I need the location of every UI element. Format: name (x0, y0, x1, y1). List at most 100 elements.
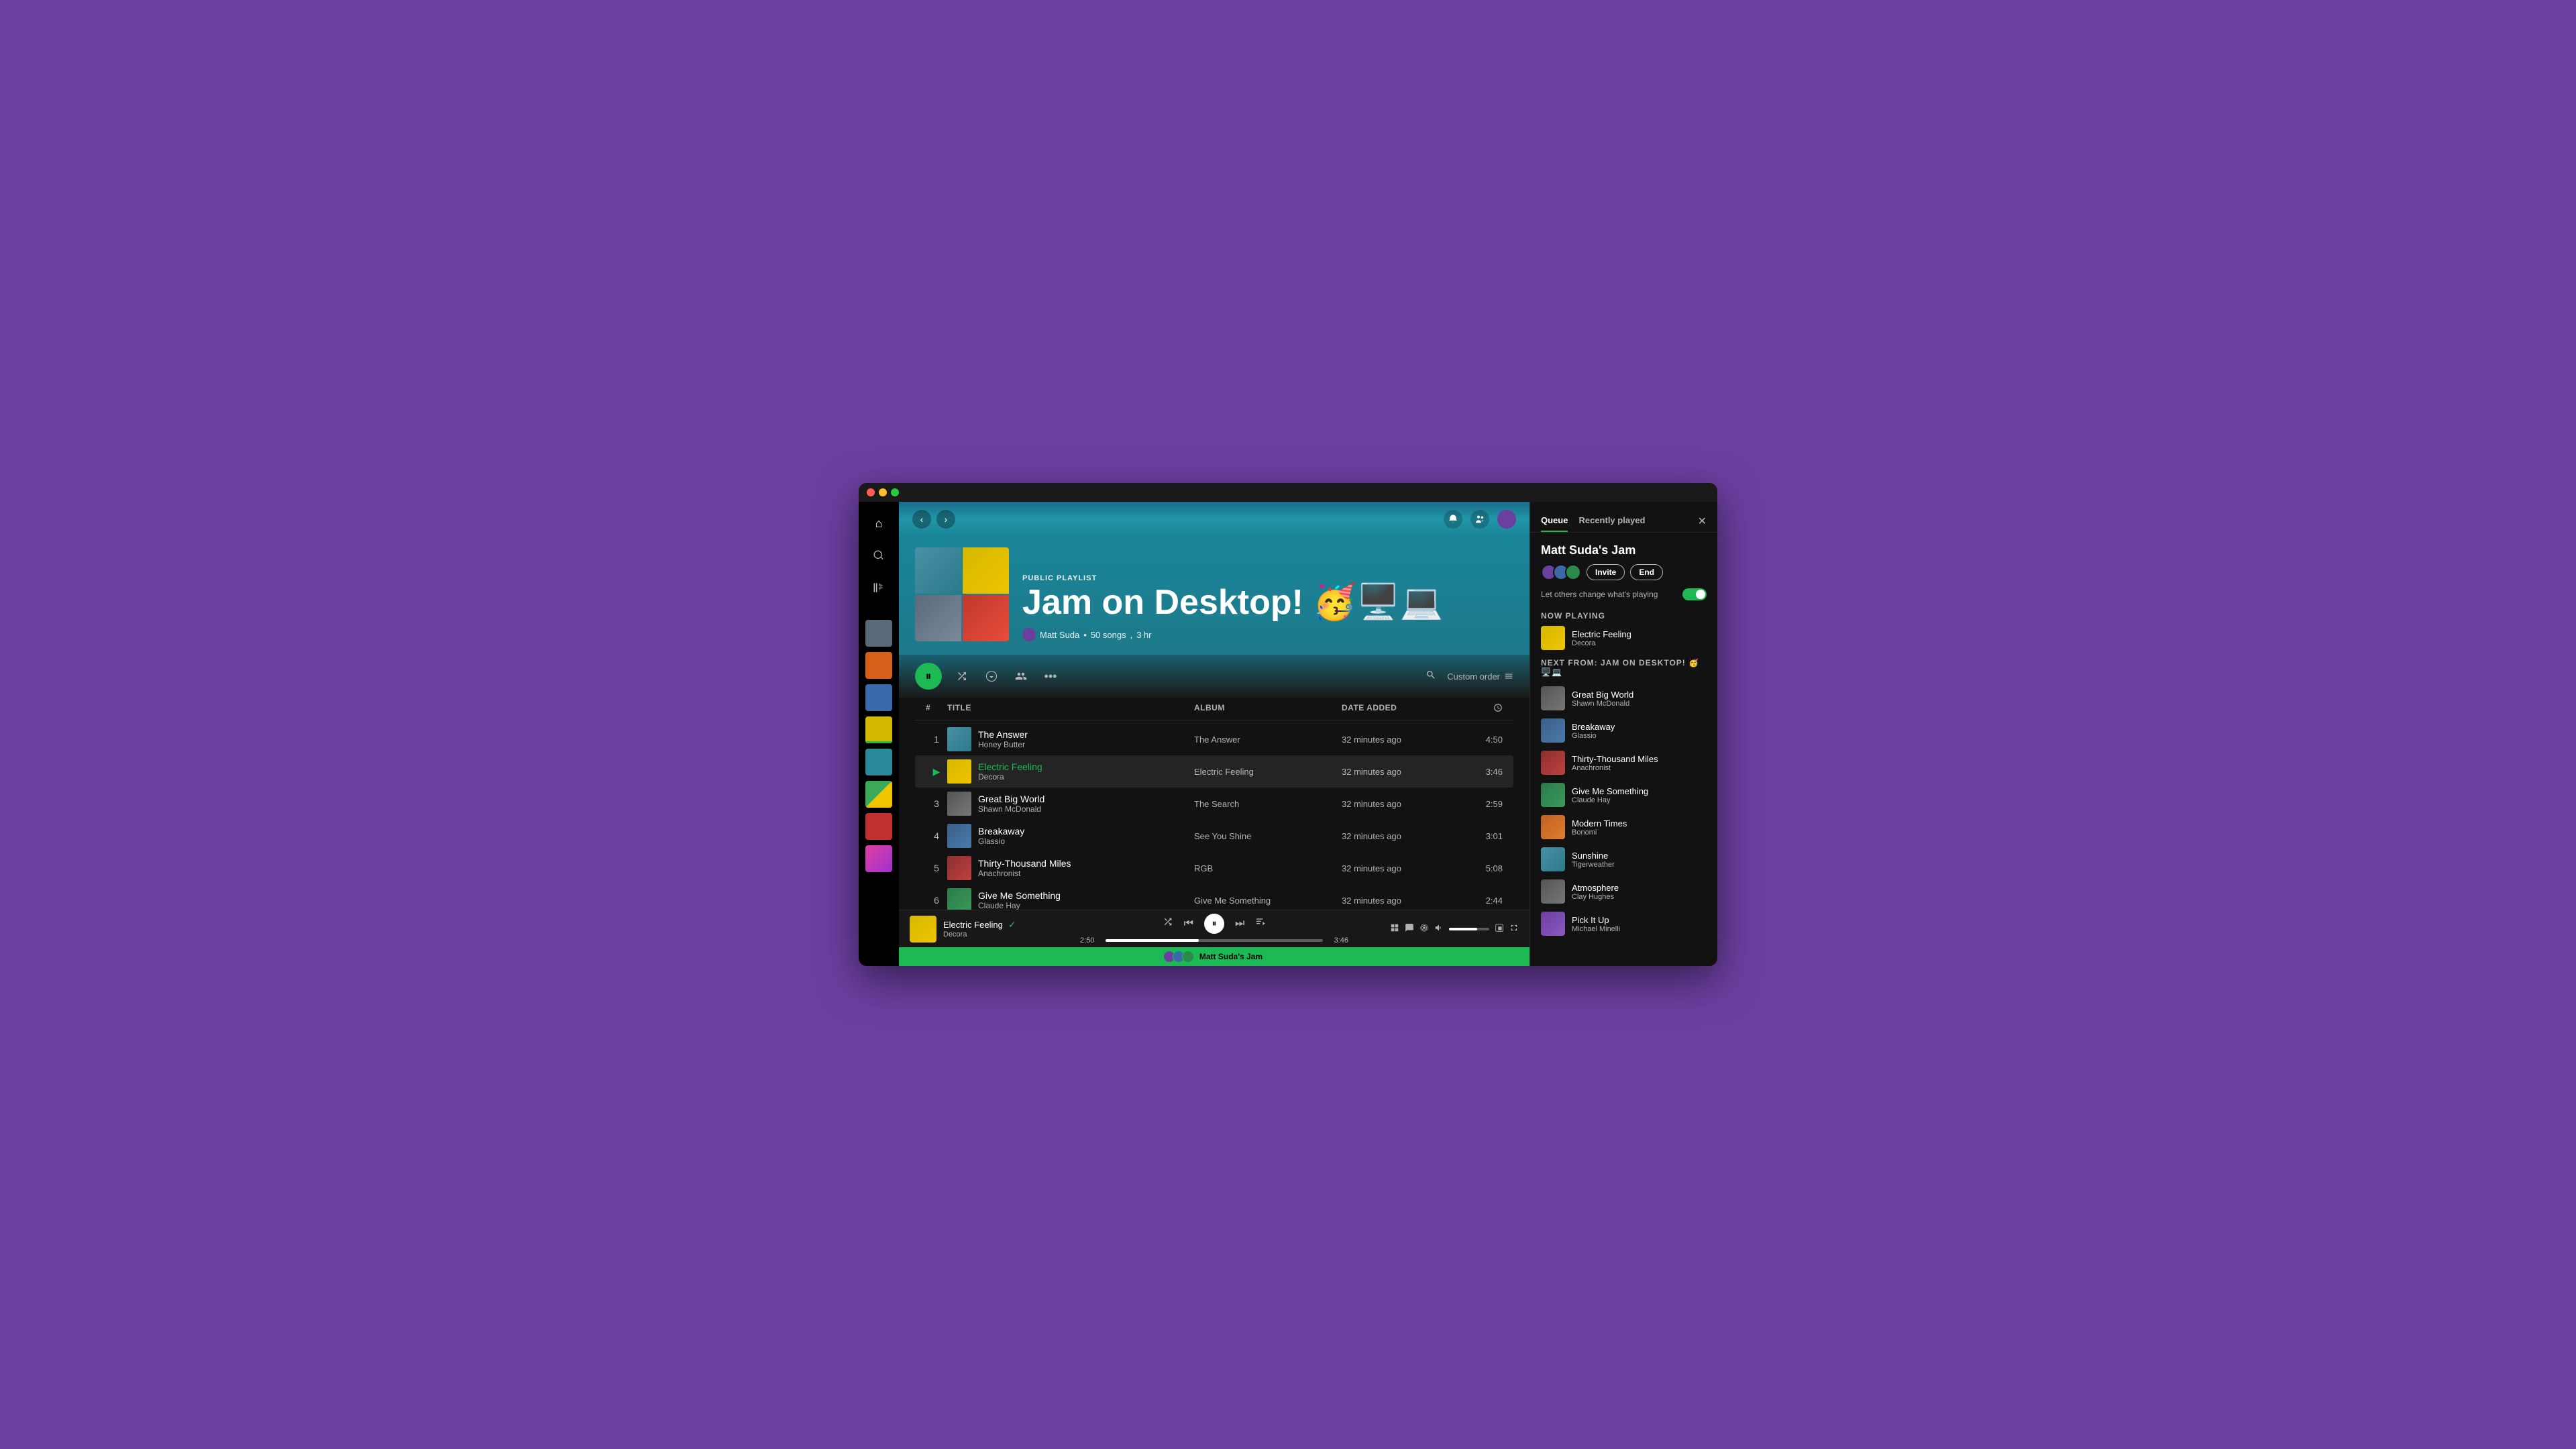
let-others-toggle-switch[interactable] (1682, 588, 1707, 600)
queue-item[interactable]: Pick It Up Michael Minelli (1541, 908, 1707, 940)
sidebar-playlist-3[interactable] (865, 684, 892, 711)
track-duration: 2:44 (1462, 896, 1503, 906)
queue-item[interactable]: Modern Times Bonomi (1541, 811, 1707, 843)
now-playing-view-button[interactable] (1390, 923, 1399, 934)
queue-item-artist: Shawn McDonald (1572, 700, 1633, 708)
notifications-button[interactable] (1444, 510, 1462, 529)
queue-item[interactable]: Breakaway Glassio (1541, 714, 1707, 747)
jam-bar[interactable]: Matt Suda's Jam (899, 947, 1529, 966)
track-info: Electric Feeling Decora (947, 759, 1194, 784)
app-window: ⌂ ‹ › (859, 483, 1717, 966)
queue-item-artist: Bonomi (1572, 828, 1627, 837)
sidebar-item-library[interactable] (865, 574, 892, 601)
track-album: Electric Feeling (1194, 767, 1342, 777)
playlist-title: Jam on Desktop! 🥳🖥️💻 (1022, 585, 1513, 620)
follow-button[interactable] (1012, 667, 1030, 686)
traffic-lights (867, 488, 899, 496)
fullscreen-button[interactable] (1509, 923, 1519, 934)
sidebar-playlist-4[interactable] (865, 716, 892, 743)
track-row[interactable]: 1 The Answer Honey Butter The Answer 32 … (915, 723, 1513, 755)
search-tracks-button[interactable] (1426, 669, 1436, 684)
jam-session-avatars (1541, 564, 1581, 580)
sidebar-playlist-1[interactable] (865, 620, 892, 647)
track-row[interactable]: ▶ Electric Feeling Decora Electric Feeli… (915, 755, 1513, 788)
jam-bar-label: Matt Suda's Jam (1199, 952, 1263, 961)
close-panel-button[interactable]: ✕ (1698, 515, 1707, 528)
tab-recently-played[interactable]: Recently played (1578, 510, 1645, 532)
controls-bar: ⏸ ••• Custom order (899, 655, 1529, 698)
volume-button[interactable] (1434, 923, 1444, 934)
track-album: RGB (1194, 863, 1342, 873)
track-row[interactable]: 3 Great Big World Shawn McDonald The Sea… (915, 788, 1513, 820)
track-row[interactable]: 6 Give Me Something Claude Hay Give Me S… (915, 884, 1513, 910)
track-thumbnail (947, 824, 971, 848)
sidebar-playlist-2[interactable] (865, 652, 892, 679)
queue-now-playing-item[interactable]: Electric Feeling Decora (1541, 626, 1707, 650)
minimize-button[interactable] (879, 488, 887, 496)
next-button[interactable]: ⏭ (1235, 918, 1244, 930)
track-number: ▶ (926, 766, 947, 777)
queue-item[interactable]: Atmosphere Clay Hughes (1541, 875, 1707, 908)
queue-item[interactable]: Great Big World Shawn McDonald (1541, 682, 1707, 714)
previous-button[interactable]: ⏮ (1184, 918, 1193, 930)
sidebar: ⌂ (859, 502, 899, 966)
progress-track[interactable] (1106, 939, 1323, 942)
volume-slider[interactable] (1449, 928, 1489, 930)
queue-item-title: Atmosphere (1572, 883, 1619, 893)
play-pause-button[interactable]: ⏸ (915, 663, 942, 690)
play-pause-player-button[interactable]: ⏸ (1204, 914, 1224, 934)
friends-button[interactable] (1470, 510, 1489, 529)
queue-item[interactable]: Give Me Something Claude Hay (1541, 779, 1707, 811)
track-title: Thirty-Thousand Miles (978, 858, 1071, 869)
close-button[interactable] (867, 488, 875, 496)
sidebar-item-search[interactable] (865, 542, 892, 569)
sidebar-playlist-6[interactable] (865, 781, 892, 808)
track-artist: Anachronist (978, 869, 1071, 878)
track-duration: 2:59 (1462, 799, 1503, 809)
queue-item-title: Breakaway (1572, 722, 1615, 732)
sidebar-item-home[interactable]: ⌂ (865, 510, 892, 537)
track-artist: Claude Hay (978, 901, 1061, 910)
download-button[interactable] (982, 667, 1001, 686)
end-jam-button[interactable]: End (1630, 564, 1663, 580)
maximize-button[interactable] (891, 488, 899, 496)
more-options-button[interactable]: ••• (1041, 667, 1060, 686)
back-button[interactable]: ‹ (912, 510, 931, 529)
playlist-header: Public Playlist Jam on Desktop! 🥳🖥️💻 Mat… (899, 537, 1529, 655)
sidebar-playlist-5[interactable] (865, 749, 892, 775)
track-row[interactable]: 5 Thirty-Thousand Miles Anachronist RGB … (915, 852, 1513, 884)
track-date: 32 minutes ago (1342, 767, 1462, 777)
shuffle-player-button[interactable] (1163, 916, 1173, 930)
queue-item-artist: Michael Minelli (1572, 925, 1620, 933)
track-row[interactable]: 4 Breakaway Glassio See You Shine 32 min… (915, 820, 1513, 852)
queue-item[interactable]: Sunshine Tigerweather (1541, 843, 1707, 875)
title-bar (859, 483, 1717, 502)
forward-button[interactable]: › (936, 510, 955, 529)
right-panel: Queue Recently played ✕ Matt Suda's Jam … (1529, 502, 1717, 966)
queue-item[interactable]: Thirty-Thousand Miles Anachronist (1541, 747, 1707, 779)
invite-button[interactable]: Invite (1587, 564, 1625, 580)
shuffle-button[interactable] (953, 667, 971, 686)
connect-button[interactable] (1419, 923, 1429, 934)
track-info: Give Me Something Claude Hay (947, 888, 1194, 910)
track-list-container[interactable]: # Title Album Date added 1 The Answer Ho… (899, 698, 1529, 910)
track-artist: Shawn McDonald (978, 804, 1044, 814)
queue-list: Great Big World Shawn McDonald Breakaway… (1541, 682, 1707, 940)
progress-fill (1106, 939, 1199, 942)
queue-button[interactable] (1255, 916, 1266, 930)
now-playing-thumb (910, 916, 936, 943)
playlist-info: Public Playlist Jam on Desktop! 🥳🖥️💻 Mat… (1022, 574, 1513, 641)
now-playing-title: Electric Feeling (943, 920, 1003, 930)
miniplayer-button[interactable] (1495, 923, 1504, 934)
queue-thumb (1541, 783, 1565, 807)
sidebar-playlist-7[interactable] (865, 813, 892, 840)
sidebar-playlist-8[interactable] (865, 845, 892, 872)
lyrics-button[interactable] (1405, 923, 1414, 934)
queue-thumb (1541, 815, 1565, 839)
track-title: Give Me Something (978, 890, 1061, 901)
progress-bar[interactable]: 2:50 3:46 (1080, 936, 1348, 945)
tab-queue[interactable]: Queue (1541, 510, 1568, 532)
custom-order-selector[interactable]: Custom order (1447, 672, 1513, 682)
user-avatar-button[interactable] (1497, 510, 1516, 529)
jam-bar-avatars (1166, 951, 1194, 963)
